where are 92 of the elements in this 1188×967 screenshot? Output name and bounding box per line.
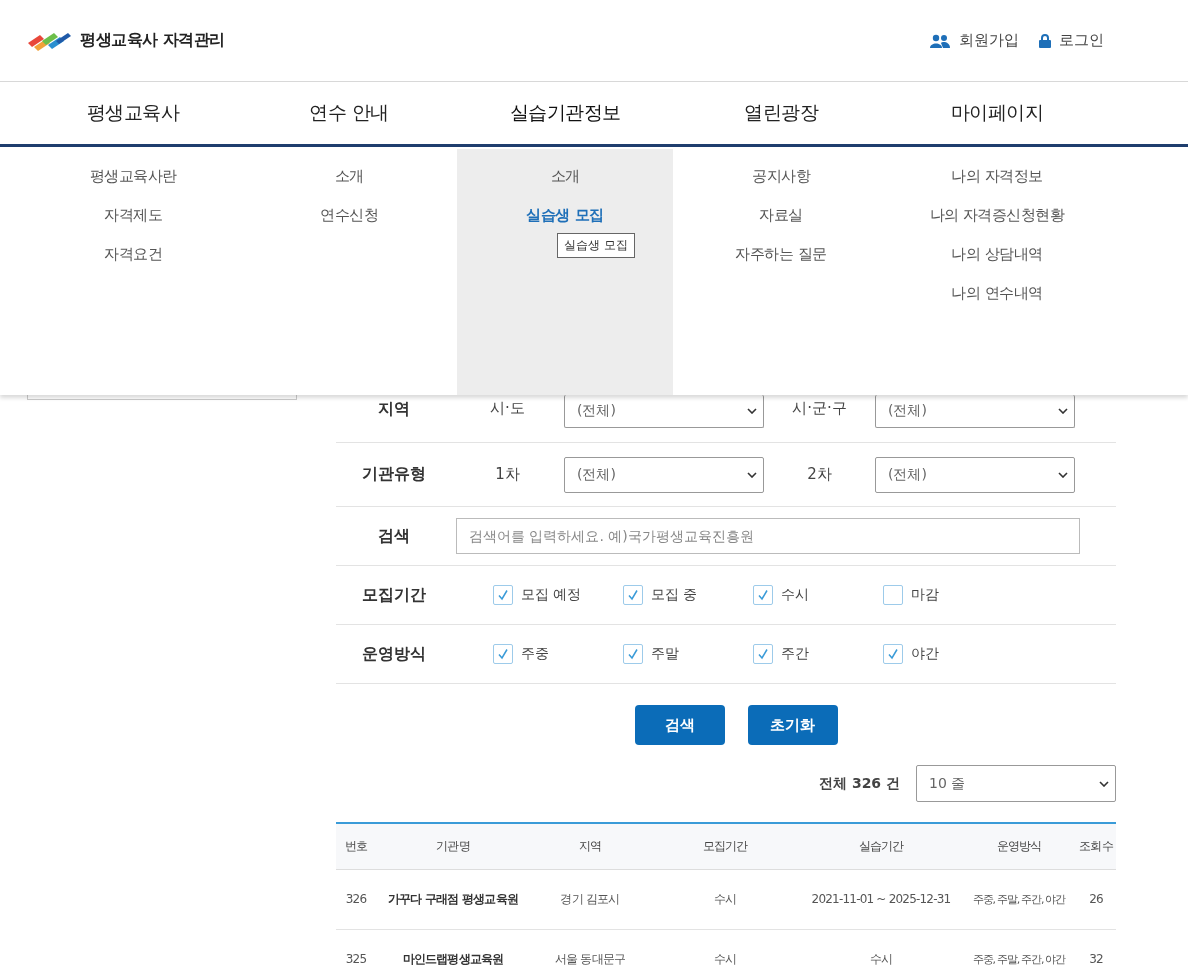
table-cell: 주중, 주말, 주간, 야간	[962, 929, 1076, 967]
caret-icon	[747, 408, 757, 414]
submenu-item[interactable]: 소개	[334, 165, 364, 187]
checkbox[interactable]	[883, 585, 903, 605]
nav-tab[interactable]: 연수 안내	[241, 82, 457, 144]
table-cell: 경기 김포시	[530, 869, 650, 930]
submenu-item[interactable]: 공지사항	[752, 165, 810, 187]
check-icon	[887, 648, 899, 660]
submenu-item[interactable]: 나의 연수내역	[951, 282, 1043, 304]
checkbox-label: 수시	[781, 586, 809, 604]
field-label: 시·군·구	[791, 399, 848, 418]
tooltip: 실습생 모집	[557, 233, 635, 258]
table-cell: 수시	[650, 869, 800, 930]
checkbox[interactable]	[753, 644, 773, 664]
submenu-item[interactable]: 나의 자격증신청현황	[929, 204, 1065, 226]
checkbox[interactable]	[623, 585, 643, 605]
field-label: 1차	[494, 465, 521, 484]
submenu-item[interactable]: 나의 상담내역	[951, 243, 1043, 265]
caret-icon	[747, 471, 757, 478]
checkbox[interactable]	[493, 644, 513, 664]
site-title[interactable]: 평생교육사 자격관리	[80, 30, 225, 51]
nav-tab[interactable]: 마이페이지	[889, 82, 1105, 144]
caret-icon	[1058, 471, 1068, 478]
checkbox-label: 야간	[911, 645, 939, 663]
checkbox[interactable]	[753, 585, 773, 605]
submenu-item[interactable]: 실습생 모집	[526, 204, 604, 226]
table-cell: 수시	[650, 929, 800, 967]
table-cell: 주중, 주말, 주간, 야간	[962, 869, 1076, 930]
checkbox-label: 모집 중	[651, 586, 698, 604]
caret-icon	[1099, 780, 1109, 787]
submenu-item[interactable]: 소개	[550, 165, 580, 187]
checkbox[interactable]	[883, 644, 903, 664]
nav-tab[interactable]: 평생교육사	[25, 82, 241, 144]
submenu-item[interactable]: 자격제도	[104, 204, 162, 226]
column-header: 실습기간	[800, 823, 962, 870]
filter-label: 기관유형	[360, 464, 427, 485]
checkbox-label: 주말	[651, 645, 679, 663]
check-icon	[497, 589, 509, 601]
column-header: 기관명	[376, 823, 530, 870]
table-cell: 2021-11-01 ~ 2025-12-31	[800, 869, 962, 930]
table-cell: 325	[336, 929, 376, 967]
checkbox-label: 주중	[521, 645, 549, 663]
checkbox-label: 주간	[781, 645, 809, 663]
institution-link[interactable]: 마인드랩평생교육원	[376, 929, 530, 967]
lock-icon	[1039, 33, 1051, 48]
result-count: 전체 326 건	[819, 774, 900, 793]
table-cell: 서울 동대문구	[530, 929, 650, 967]
submenu-item[interactable]: 연수신청	[320, 204, 378, 226]
check-icon	[627, 648, 639, 660]
people-icon	[929, 33, 951, 48]
select-field[interactable]: (전체)	[564, 456, 764, 493]
field-label: 2차	[806, 465, 833, 484]
signup-link[interactable]: 회원가입	[929, 31, 1019, 50]
search-button[interactable]: 검색	[634, 705, 725, 745]
filter-label: 운영방식	[360, 643, 427, 665]
select-field[interactable]: (전체)	[875, 395, 1075, 428]
checkbox[interactable]	[493, 585, 513, 605]
search-field[interactable]: 검색어를 입력하세요. 예)국가평생교육진흥원	[456, 518, 1080, 554]
checkbox[interactable]	[623, 644, 643, 664]
column-header: 번호	[336, 823, 376, 870]
reset-button[interactable]: 초기화	[747, 705, 838, 745]
check-icon	[627, 589, 639, 601]
table-cell: 수시	[800, 929, 962, 967]
checkbox-label: 모집 예정	[521, 586, 582, 604]
table-cell: 326	[336, 869, 376, 930]
caret-icon	[1058, 408, 1068, 414]
check-icon	[757, 648, 769, 660]
institution-link[interactable]: 가꾸다 구래점 평생교육원	[376, 869, 530, 930]
nav-tab[interactable]: 열린광장	[673, 82, 889, 144]
submenu-item[interactable]: 평생교육사란	[89, 165, 177, 187]
rows-per-page-select[interactable]: 10 줄	[916, 765, 1116, 802]
select-field[interactable]: (전체)	[564, 395, 764, 428]
filter-label: 지역	[376, 399, 411, 420]
table-cell: 32	[1076, 929, 1116, 967]
table-cell: 26	[1076, 869, 1116, 930]
filter-label: 모집기간	[360, 584, 427, 606]
check-icon	[757, 589, 769, 601]
login-link[interactable]: 로그인	[1039, 31, 1104, 50]
submenu-item[interactable]: 자격요건	[104, 243, 162, 265]
submenu-item[interactable]: 자료실	[759, 204, 803, 226]
submenu-item[interactable]: 나의 자격정보	[951, 165, 1043, 187]
column-header: 조회수	[1076, 823, 1116, 870]
filter-label: 검색	[376, 525, 411, 547]
select-field[interactable]: (전체)	[875, 456, 1075, 493]
column-header: 지역	[530, 823, 650, 870]
field-label: 시·도	[489, 399, 526, 418]
submenu-item[interactable]: 자주하는 질문	[735, 243, 827, 265]
nav-tab[interactable]: 실습기관정보	[457, 82, 673, 144]
column-header: 운영방식	[962, 823, 1076, 870]
check-icon	[497, 648, 509, 660]
column-header: 모집기간	[650, 823, 800, 870]
checkbox-label: 마감	[911, 586, 939, 604]
